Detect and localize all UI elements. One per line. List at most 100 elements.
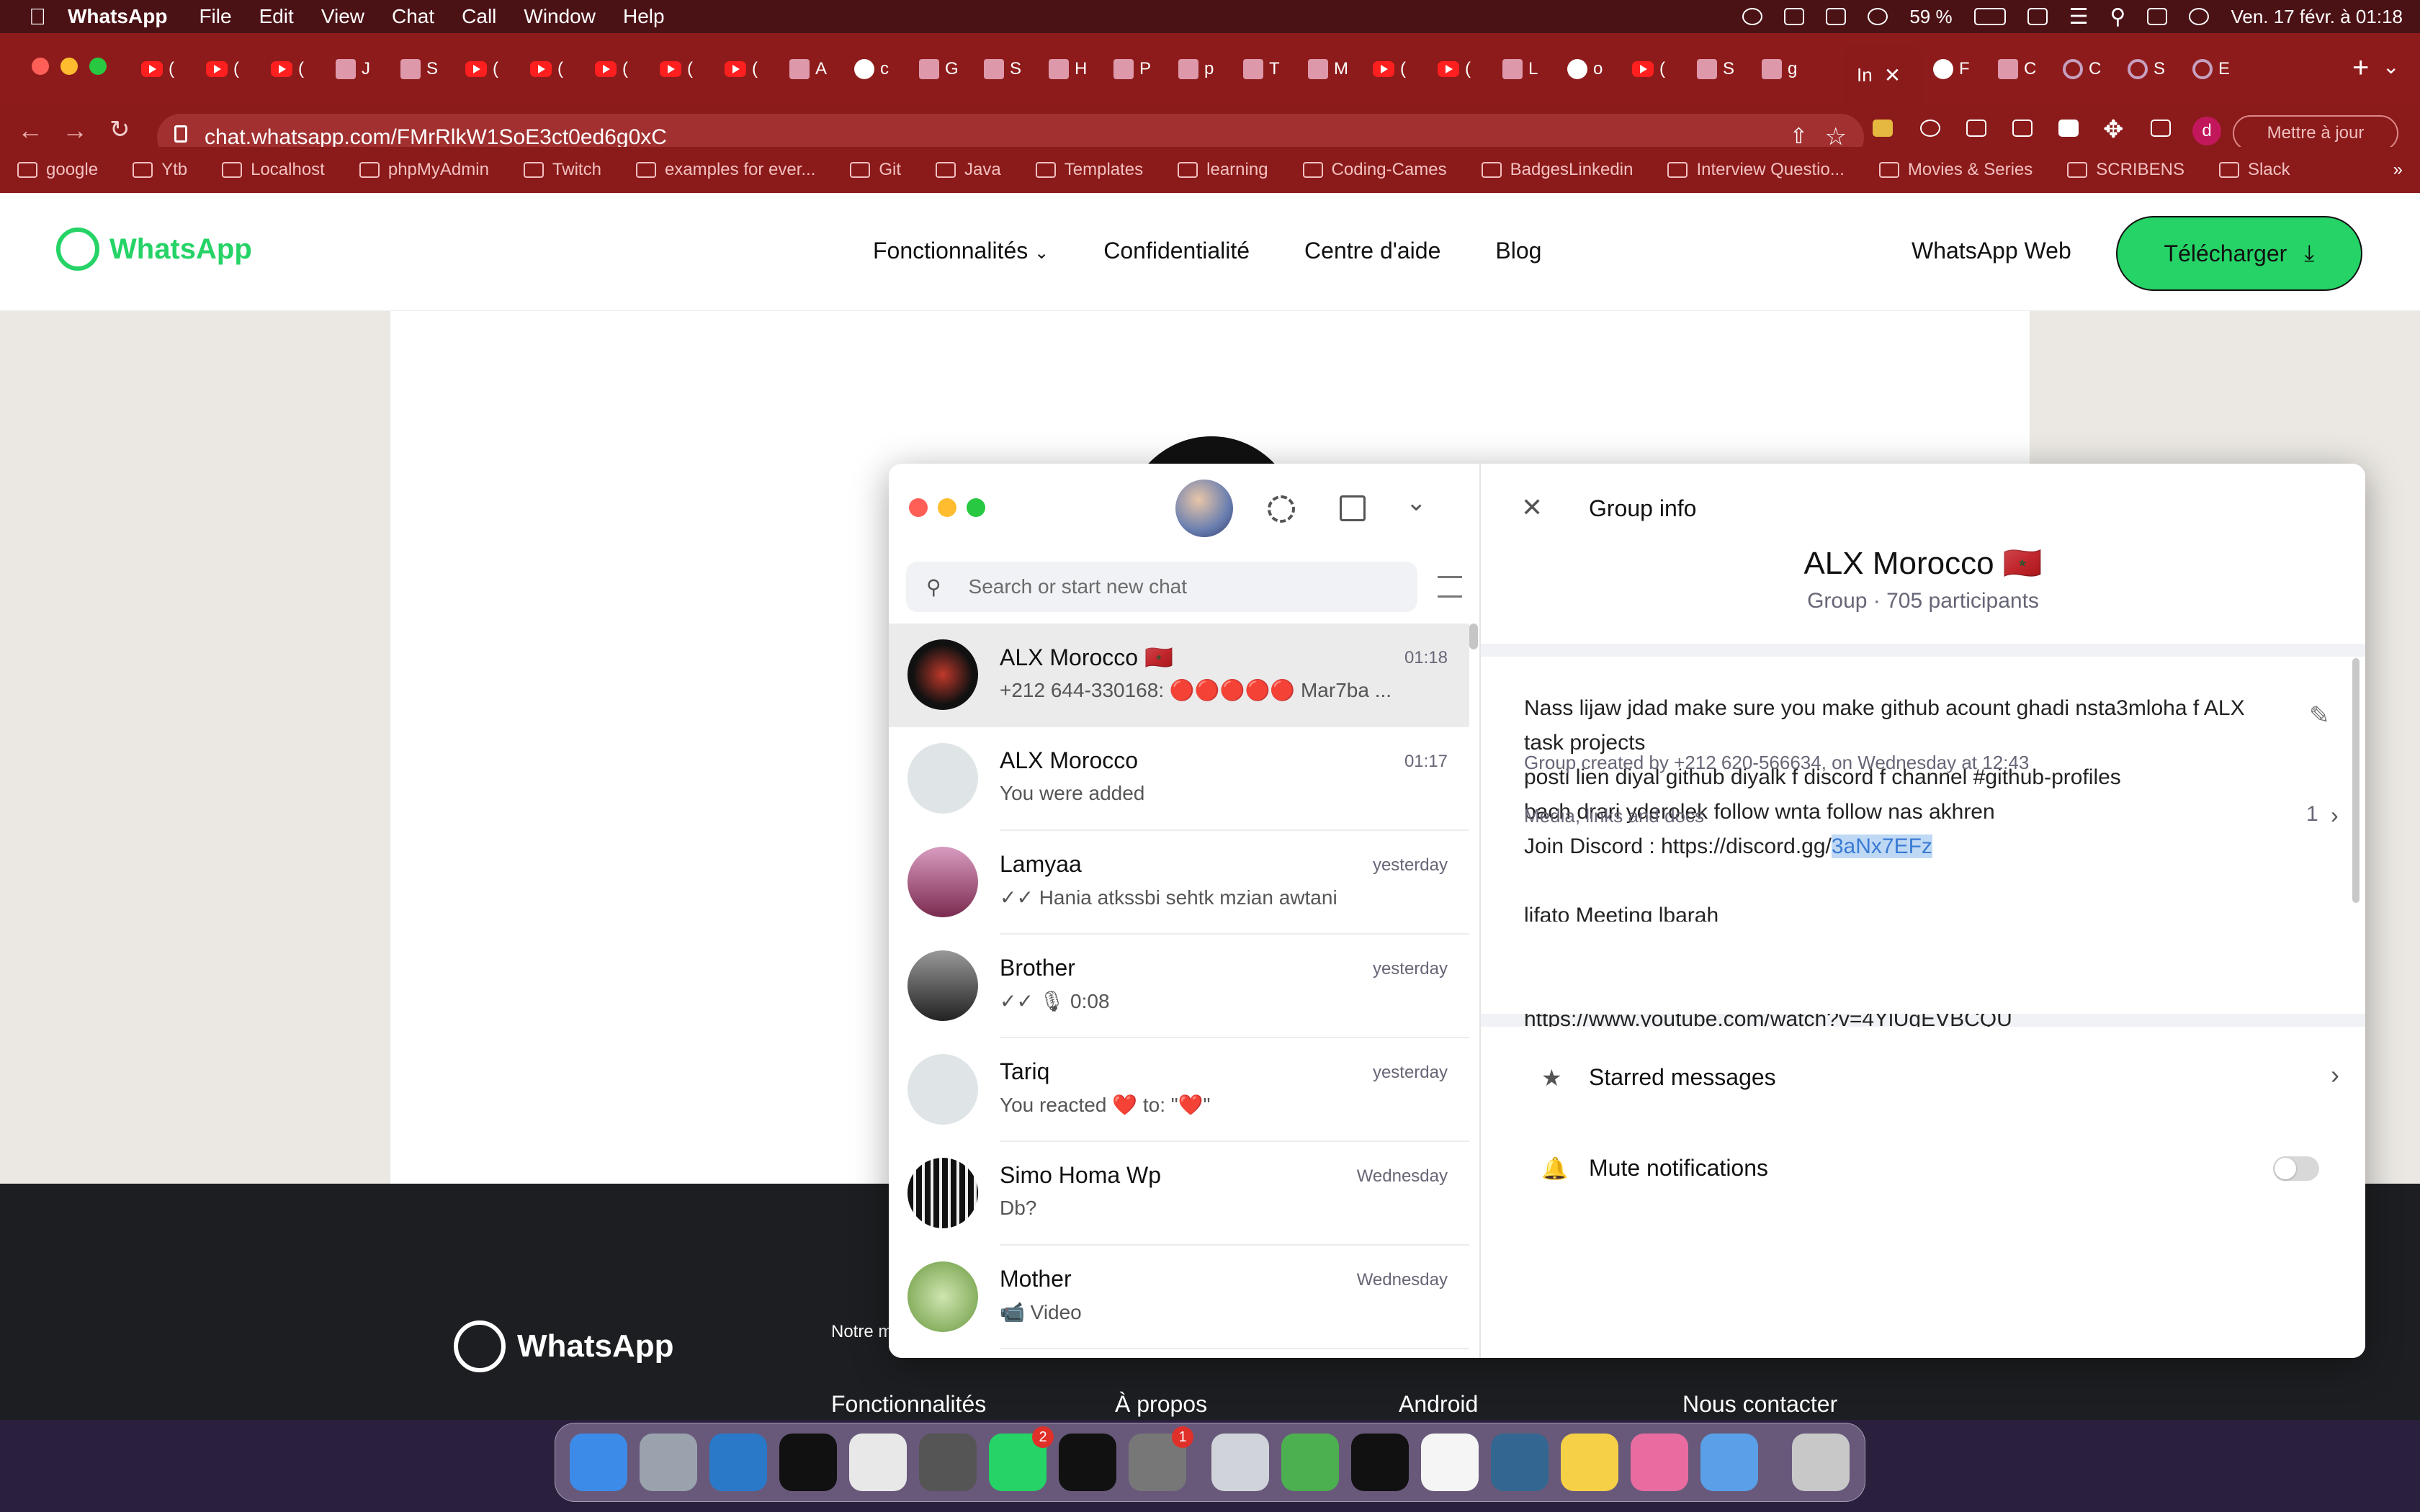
- browser-tab[interactable]: (: [595, 56, 628, 82]
- browser-tab[interactable]: p: [1178, 56, 1214, 82]
- extension-icon[interactable]: [1873, 120, 1893, 137]
- menu-call[interactable]: Call: [462, 5, 496, 28]
- forward-icon[interactable]: →: [62, 115, 88, 145]
- mute-notifications-toggle[interactable]: [2273, 1156, 2319, 1181]
- browser-tab[interactable]: (: [530, 56, 563, 82]
- browser-tab[interactable]: C: [1998, 56, 2036, 82]
- browser-tab[interactable]: C: [2063, 56, 2101, 82]
- browser-tab[interactable]: T: [1243, 56, 1280, 82]
- bookmark-item[interactable]: Git: [850, 160, 901, 180]
- bookmark-item[interactable]: learning: [1178, 160, 1268, 180]
- menu-window[interactable]: Window: [524, 5, 596, 28]
- edit-pencil-icon[interactable]: ✎: [2309, 701, 2335, 729]
- download-button[interactable]: Télécharger ⤓: [2116, 216, 2362, 291]
- bookmark-item[interactable]: Interview Questio...: [1667, 160, 1845, 180]
- extension-icon[interactable]: [1966, 120, 1986, 137]
- browser-tab[interactable]: (: [660, 56, 693, 82]
- menubar-app-name[interactable]: WhatsApp: [68, 5, 167, 28]
- browser-tab[interactable]: (: [465, 56, 498, 82]
- menubar-datetime[interactable]: Ven. 17 févr. à 01:18: [2231, 6, 2403, 28]
- browser-tab[interactable]: (: [141, 56, 174, 82]
- whatsapp-web-link[interactable]: WhatsApp Web: [1912, 238, 2071, 264]
- browser-tab[interactable]: (: [725, 56, 758, 82]
- dock-icon[interactable]: [1059, 1434, 1116, 1491]
- bookmark-item[interactable]: Twitch: [523, 160, 601, 180]
- vpn-icon[interactable]: [1742, 8, 1763, 25]
- dock-icon[interactable]: [779, 1434, 837, 1491]
- dock-icon[interactable]: [1491, 1434, 1549, 1491]
- my-profile-avatar[interactable]: [1175, 480, 1233, 537]
- browser-tab[interactable]: H: [1049, 56, 1087, 82]
- share-icon[interactable]: ⇧: [1790, 124, 1808, 149]
- chat-list-item[interactable]: Mother Wednesday 📹 Video: [889, 1246, 1469, 1349]
- chevron-right-icon[interactable]: ›: [2331, 1060, 2339, 1090]
- menu-chat[interactable]: Chat: [392, 5, 434, 28]
- menu-edit[interactable]: Edit: [259, 5, 294, 28]
- status-icon[interactable]: [1268, 495, 1295, 523]
- browser-tab[interactable]: (: [206, 56, 239, 82]
- browser-tab[interactable]: L: [1502, 56, 1538, 82]
- dock-icon[interactable]: [1631, 1434, 1688, 1491]
- footer-col-contact[interactable]: Nous contacter: [1682, 1391, 1966, 1418]
- dock-icon[interactable]: [1700, 1434, 1758, 1491]
- discord-link-highlight[interactable]: 3aNx7EFz: [1831, 834, 1932, 858]
- search-input[interactable]: ⚲ Search or start new chat: [906, 562, 1417, 612]
- dock-icon[interactable]: [640, 1434, 697, 1491]
- browser-tab[interactable]: (: [1438, 56, 1471, 82]
- update-button[interactable]: Mettre à jour: [2233, 115, 2398, 151]
- browser-tab[interactable]: S: [2128, 56, 2165, 82]
- bookmark-item[interactable]: Ytb: [133, 160, 187, 180]
- reload-icon[interactable]: ↻: [109, 115, 130, 144]
- bookmark-item[interactable]: Templates: [1035, 160, 1143, 180]
- menu-file[interactable]: File: [199, 5, 231, 28]
- footer-col-android[interactable]: Android: [1399, 1391, 1682, 1418]
- browser-tab[interactable]: (: [271, 56, 304, 82]
- window-zoom-button[interactable]: [967, 498, 985, 517]
- dock-icon[interactable]: [1792, 1434, 1850, 1491]
- bookmarks-overflow-icon[interactable]: »: [2393, 160, 2403, 180]
- chat-list-item[interactable]: Lamyaa yesterday ✓✓ Hania atkssbi sehtk mz…: [889, 831, 1469, 935]
- screen-icon[interactable]: [2027, 8, 2048, 25]
- dock-icon[interactable]: [849, 1434, 907, 1491]
- apple-icon[interactable]: : [29, 4, 46, 30]
- browser-tab[interactable]: g: [1762, 56, 1797, 82]
- nav-help-center[interactable]: Centre d'aide: [1304, 238, 1440, 264]
- menu-view[interactable]: View: [321, 5, 364, 28]
- window-close-button[interactable]: [32, 58, 49, 75]
- browser-tab[interactable]: A: [789, 56, 827, 82]
- browser-tab[interactable]: (: [1373, 56, 1406, 82]
- chat-list-item[interactable]: ALX Morocco 🇲🇦 01:18 +212 644-330168: 🔴🔴🔴🔴…: [889, 624, 1469, 727]
- new-chat-icon[interactable]: [1340, 495, 1366, 521]
- dock-icon[interactable]: [709, 1434, 767, 1491]
- filter-icon[interactable]: [1438, 576, 1462, 598]
- browser-tab[interactable]: S: [400, 56, 438, 82]
- chat-list-item[interactable]: Tariq yesterday You reacted ❤️ to: "❤️": [889, 1038, 1469, 1142]
- close-icon[interactable]: ✕: [1521, 495, 1546, 521]
- bookmark-item[interactable]: SCRIBENS: [2067, 160, 2184, 180]
- extension-icon[interactable]: [2058, 120, 2079, 137]
- nav-blog[interactable]: Blog: [1495, 238, 1541, 264]
- window-close-button[interactable]: [909, 498, 928, 517]
- battery-icon[interactable]: [1973, 8, 2006, 25]
- play-icon[interactable]: [1868, 8, 1888, 25]
- keyboard-icon[interactable]: [1826, 8, 1847, 25]
- new-tab-icon[interactable]: +: [2352, 52, 2369, 84]
- chat-list-item[interactable]: ALX Morocco 01:17 You were added: [889, 727, 1469, 831]
- dock-icon[interactable]: [919, 1434, 977, 1491]
- browser-tab[interactable]: S: [984, 56, 1021, 82]
- dock-icon[interactable]: [1421, 1434, 1479, 1491]
- bookmark-item[interactable]: Java: [936, 160, 1001, 180]
- puzzle-icon[interactable]: ✥: [2103, 115, 2124, 144]
- dock-icon[interactable]: [1281, 1434, 1339, 1491]
- control-center-icon[interactable]: [2147, 8, 2168, 25]
- bookmark-item[interactable]: Coding-Cames: [1302, 160, 1447, 180]
- dock-icon[interactable]: [1561, 1434, 1618, 1491]
- group-info-scrollbar[interactable]: [2352, 658, 2360, 903]
- browser-tab[interactable]: o: [1567, 56, 1603, 82]
- extension-icon[interactable]: [2012, 120, 2033, 137]
- footer-logo[interactable]: WhatsApp: [454, 1320, 674, 1372]
- battery-percent[interactable]: 59 %: [1909, 6, 1952, 28]
- menu-help[interactable]: Help: [623, 5, 665, 28]
- media-links-docs-row[interactable]: [1481, 922, 2365, 1014]
- bookmark-item[interactable]: examples for ever...: [635, 160, 815, 180]
